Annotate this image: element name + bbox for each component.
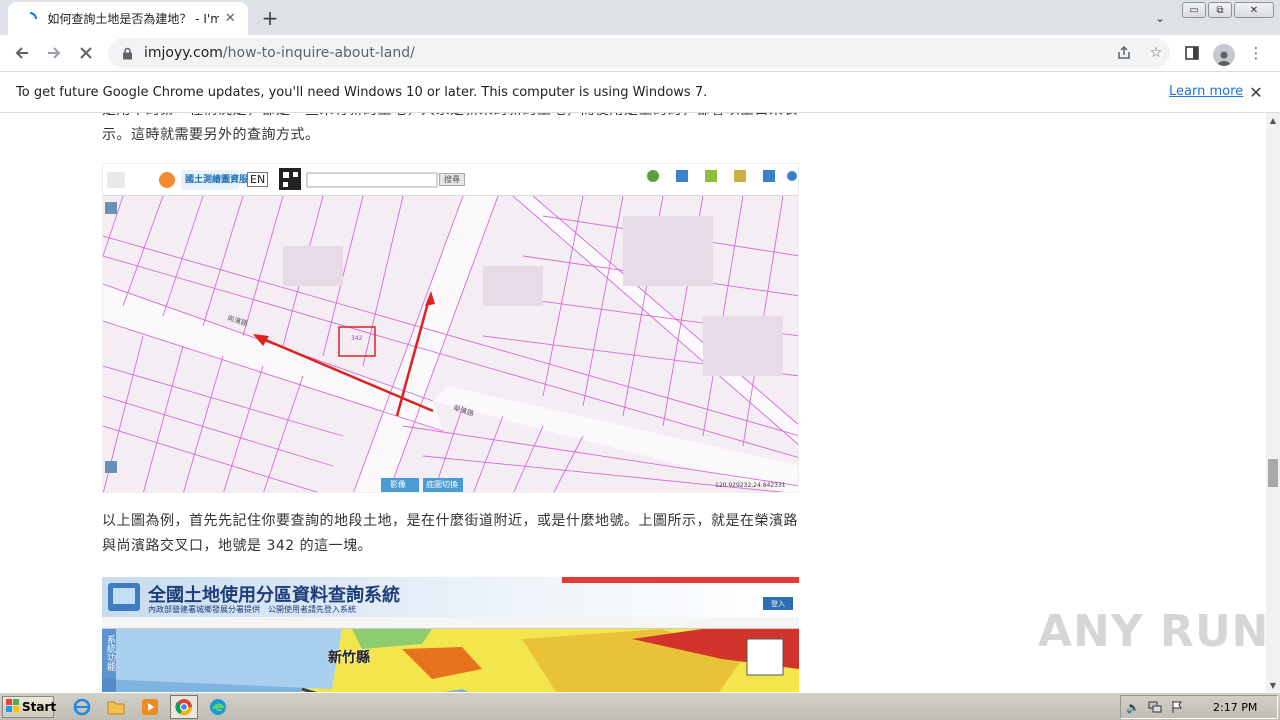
url-domain: imjoyy.com: [144, 45, 223, 61]
tab-active[interactable]: 如何查詢土地是否為建地？ - I'm Joyy ✕: [8, 2, 248, 35]
menu-kebab-icon[interactable]: ⋮: [1244, 39, 1268, 67]
scroll-up-icon[interactable]: ▲: [1266, 113, 1280, 127]
windows-taskbar: Start 🔈 2:17 PM: [0, 692, 1280, 720]
network-icon[interactable]: [1147, 699, 1163, 715]
zoning-login-button: 登入: [763, 597, 793, 610]
learn-more-link[interactable]: Learn more: [1169, 84, 1243, 99]
zoning-map: 新竹縣 系統功能: [102, 629, 799, 692]
taskbar-clock[interactable]: 2:17 PM: [1213, 701, 1257, 714]
loading-spinner-icon: [22, 11, 37, 27]
basemap-switch-button: 底圖切換: [426, 480, 458, 489]
tab-close-icon[interactable]: ✕: [223, 11, 238, 27]
stop-loading-icon[interactable]: [70, 37, 102, 69]
close-icon[interactable]: ✕: [1246, 82, 1266, 102]
infobar-message: To get future Google Chrome updates, you…: [16, 84, 708, 100]
cadastral-map-image: 國土測繪圖資服務雲 EN 搜尋 342 尚濱路 榮濱路 影像 底圖切換 120.…: [102, 163, 799, 493]
tab-title: 如何查詢土地是否為建地？ - I'm Joyy: [47, 12, 219, 26]
window-controls: ▭ ⧉ ✕: [1182, 2, 1274, 18]
side-panel-icon[interactable]: [1180, 39, 1204, 67]
zoning-subtitle: 內政部營建署城鄉發展分署提供 公開使用者請先登入系統: [148, 605, 356, 614]
map-image-button: 影像: [390, 480, 406, 489]
url-path: /how-to-inquire-about-land/: [222, 45, 415, 61]
zoning-system-image: 全國土地使用分區資料查詢系統 內政部營建署城鄉發展分署提供 公開使用者請先登入系…: [102, 577, 799, 692]
new-tab-button[interactable]: +: [258, 6, 282, 30]
county-label: 新竹縣: [328, 650, 370, 666]
browser-toolbar: imjoyy.com/how-to-inquire-about-land/ ☆ …: [0, 35, 1280, 71]
cadastral-map: 342 尚濱路 榮濱路 影像 底圖切換 120.929232,24.842331: [103, 196, 798, 492]
map-app-header: 國土測繪圖資服務雲 EN 搜尋: [103, 164, 798, 196]
chrome-icon[interactable]: [170, 695, 198, 719]
edge-icon[interactable]: [204, 695, 232, 719]
system-tray: 🔈 2:17 PM: [1120, 695, 1278, 719]
back-arrow-icon[interactable]: [6, 37, 38, 69]
zoning-toolbar: [102, 617, 799, 629]
lock-icon[interactable]: [120, 47, 134, 60]
media-player-icon[interactable]: [136, 695, 164, 719]
bookmark-star-icon[interactable]: ☆: [1146, 43, 1166, 63]
restore-button[interactable]: ⧉: [1208, 2, 1232, 18]
windows-logo-icon: [6, 698, 20, 716]
file-explorer-icon[interactable]: [102, 695, 130, 719]
forward-arrow-icon[interactable]: [38, 37, 70, 69]
address-bar[interactable]: imjoyy.com/how-to-inquire-about-land/ ☆: [108, 38, 1170, 68]
start-button[interactable]: Start: [2, 696, 57, 718]
internet-explorer-icon[interactable]: [68, 695, 96, 719]
close-window-button[interactable]: ✕: [1234, 2, 1274, 18]
profile-icon[interactable]: [1212, 39, 1236, 67]
scroll-thumb[interactable]: [1268, 459, 1278, 487]
action-center-flag-icon[interactable]: [1169, 699, 1185, 715]
tab-strip: 如何查詢土地是否為建地？ - I'm Joyy ✕ + ⌄ ▭ ⧉ ✕: [0, 0, 1280, 35]
parcel-number: 342: [351, 335, 363, 342]
share-icon[interactable]: [1114, 43, 1134, 63]
update-infobar: To get future Google Chrome updates, you…: [0, 71, 1280, 113]
scroll-down-icon[interactable]: ▼: [1266, 678, 1280, 692]
volume-icon[interactable]: 🔈: [1125, 699, 1141, 715]
article-paragraph: 是用中的第一種情況是，都是一些未有新的土地，大家是新來的新的土地，而使用是空的的…: [102, 113, 798, 143]
minimize-button[interactable]: ▭: [1182, 2, 1206, 18]
url-text[interactable]: imjoyy.com/how-to-inquire-about-land/: [144, 45, 415, 61]
zoning-banner: 全國土地使用分區資料查詢系統 內政部營建署城鄉發展分署提供 公開使用者請先登入系…: [102, 577, 799, 617]
chevron-down-icon[interactable]: ⌄: [1150, 8, 1170, 28]
start-label: Start: [22, 700, 57, 714]
watermark-logo: ANY RUN: [1038, 606, 1270, 657]
language-toggle: EN: [247, 172, 269, 187]
article-paragraph: 以上圖為例，首先先記住你要查詢的地段土地，是在什麼街道附近，或是什麼地號。上圖所…: [102, 513, 798, 554]
system-functions-label: 系統功能: [105, 635, 115, 671]
map-search-button: 搜尋: [439, 173, 465, 186]
map-coordinates: 120.929232,24.842331: [715, 482, 786, 489]
